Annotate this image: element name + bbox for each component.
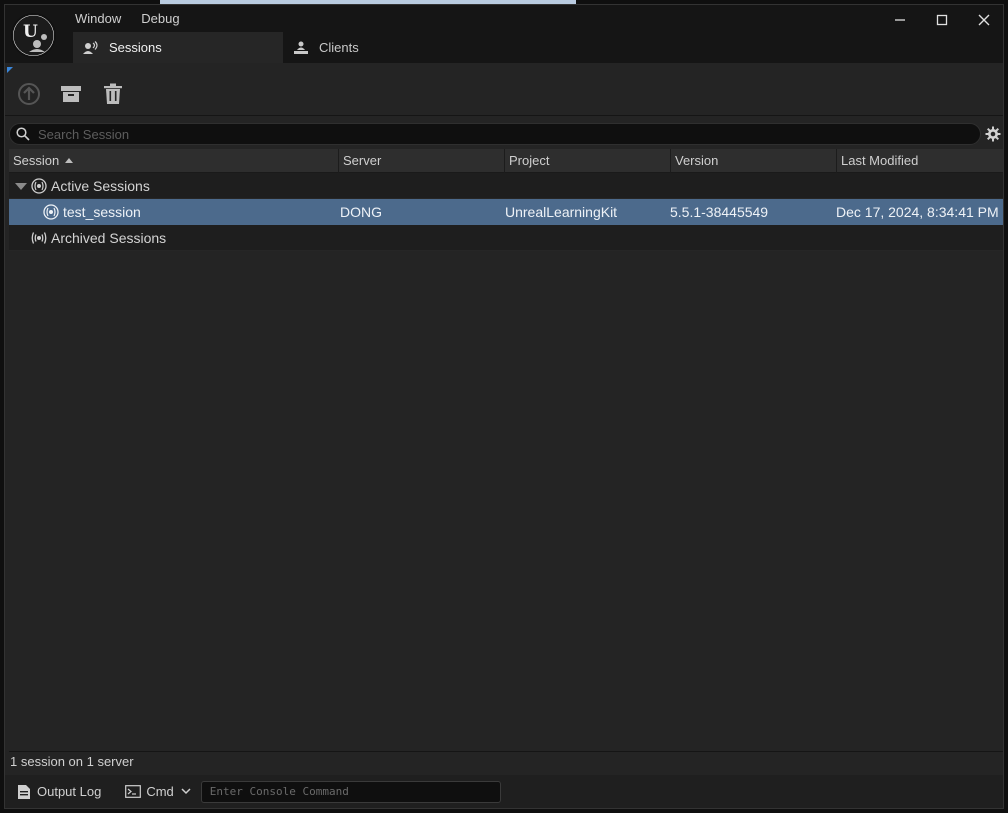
- minimize-icon: [895, 19, 905, 21]
- output-log-button[interactable]: Output Log: [17, 784, 101, 800]
- console-command-input[interactable]: [201, 781, 500, 802]
- expand-arrow-icon[interactable]: [15, 183, 27, 190]
- output-log-icon: [18, 784, 30, 799]
- title-bar: U Window Debug Sessions Clients: [5, 5, 1003, 63]
- maximize-icon: [936, 14, 948, 26]
- delete-session-icon: [104, 83, 122, 104]
- close-icon: [978, 14, 990, 26]
- tab-clients[interactable]: Clients: [283, 32, 433, 63]
- group-active-sessions[interactable]: Active Sessions: [9, 173, 1003, 199]
- chevron-down-icon: [181, 788, 191, 795]
- sessions-tree: Active Sessions test_session DONG Unreal…: [9, 173, 1003, 251]
- gear-icon: [985, 126, 1001, 142]
- column-header-server[interactable]: Server: [339, 149, 505, 173]
- tab-sessions-label: Sessions: [109, 40, 162, 55]
- sort-ascending-icon: [65, 158, 74, 164]
- sessions-panel: Session Server Project Version Last Modi…: [5, 63, 1003, 808]
- bottom-bar: Output Log Cmd: [5, 775, 1003, 808]
- sessions-icon: [81, 40, 101, 56]
- group-label: Active Sessions: [51, 178, 150, 194]
- column-server-label: Server: [343, 153, 382, 168]
- table-header: Session Server Project Version Last Modi…: [9, 149, 1003, 173]
- cell-version: 5.5.1-38445549: [670, 204, 769, 220]
- session-browser-window: U Window Debug Sessions Clients Search S…: [4, 4, 1004, 809]
- cell-project: UnrealLearningKit: [505, 204, 618, 220]
- menu-bar: Window Debug: [65, 10, 190, 28]
- column-header-version[interactable]: Version: [671, 149, 837, 173]
- menu-debug[interactable]: Debug: [131, 10, 189, 28]
- status-text: 1 session on 1 server: [10, 754, 134, 769]
- column-last-modified-label: Last Modified: [841, 153, 919, 168]
- panel-corner-marker: [7, 67, 13, 73]
- maximize-button[interactable]: [921, 7, 963, 33]
- tab-clients-label: Clients: [319, 40, 359, 55]
- toolbar-divider: [5, 115, 1003, 116]
- cell-last-modified: Dec 17, 2024, 8:34:41 PM: [836, 204, 999, 220]
- console-command-box: [200, 780, 501, 803]
- terminal-icon: [125, 785, 142, 798]
- session-icon: [43, 204, 59, 220]
- svg-text:U: U: [23, 22, 38, 42]
- column-session-label: Session: [13, 153, 60, 168]
- column-version-label: Version: [675, 153, 719, 168]
- active-session-icon: [31, 178, 47, 194]
- status-bar: 1 session on 1 server: [9, 751, 1003, 773]
- group-archived-sessions[interactable]: Archived Sessions: [9, 225, 1003, 251]
- column-project-label: Project: [509, 153, 550, 168]
- search-input[interactable]: [38, 126, 938, 142]
- toolbar: [5, 77, 129, 111]
- minimize-button[interactable]: [879, 7, 921, 33]
- unreal-logo-icon[interactable]: U: [11, 13, 56, 58]
- archive-session-icon: [61, 86, 81, 102]
- table-row[interactable]: test_session DONG UnrealLearningKit 5.5.…: [9, 199, 1003, 225]
- tab-strip: Sessions Clients: [73, 32, 433, 63]
- search-icon: [16, 127, 30, 141]
- group-label: Archived Sessions: [51, 230, 167, 246]
- column-header-project[interactable]: Project: [505, 149, 671, 173]
- cmd-dropdown[interactable]: Cmd: [125, 784, 191, 799]
- view-options-button[interactable]: [983, 124, 1003, 144]
- clients-icon: [291, 40, 311, 56]
- cell-session-name: test_session: [63, 204, 141, 220]
- column-header-last-modified[interactable]: Last Modified: [837, 149, 1003, 173]
- delete-session-button[interactable]: [97, 77, 129, 111]
- close-button[interactable]: [963, 7, 1005, 33]
- search-box: [9, 123, 981, 145]
- restore-session-icon: [18, 83, 40, 105]
- archive-session-button[interactable]: [55, 77, 87, 111]
- restore-session-button[interactable]: [13, 77, 45, 111]
- output-log-label: Output Log: [37, 784, 102, 799]
- archived-session-icon: [31, 232, 47, 244]
- cell-server: DONG: [340, 204, 382, 220]
- tab-sessions[interactable]: Sessions: [73, 32, 283, 63]
- menu-window[interactable]: Window: [65, 10, 131, 28]
- column-header-session[interactable]: Session: [9, 149, 339, 173]
- cmd-label: Cmd: [146, 784, 174, 799]
